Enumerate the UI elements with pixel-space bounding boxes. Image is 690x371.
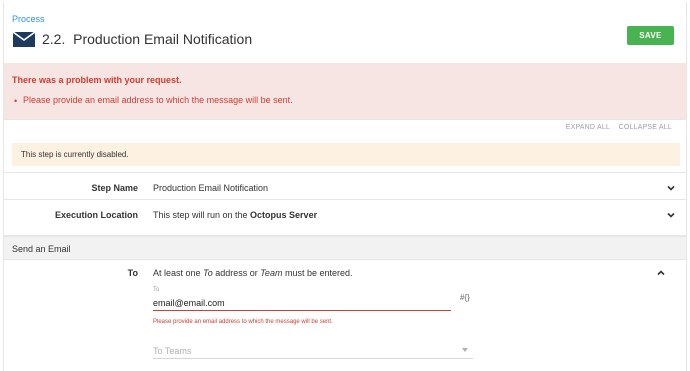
to-email-input[interactable] [153, 296, 451, 311]
envelope-icon [12, 31, 36, 47]
expand-all-link[interactable]: EXPAND ALL [566, 124, 610, 131]
variable-insert-button[interactable]: #{} [460, 293, 470, 302]
chevron-up-icon[interactable] [656, 267, 666, 277]
section-header-send-email: Send an Email [4, 236, 686, 260]
disabled-notice: This step is currently disabled. [12, 143, 680, 166]
disabled-notice-text: This step is currently disabled. [21, 150, 129, 159]
execution-location-row[interactable]: Execution Location This step will run on… [4, 200, 686, 236]
to-hint: At least one To address or Team must be … [153, 268, 353, 278]
breadcrumb-process[interactable]: Process [12, 14, 45, 24]
step-name-value: Production Email Notification [153, 183, 269, 193]
to-field-label: To [153, 287, 160, 293]
to-hint-to: To [203, 268, 213, 278]
to-hint-c: must be entered. [282, 268, 353, 278]
error-title: There was a problem with your request. [12, 75, 182, 85]
to-hint-team: Team [260, 268, 283, 278]
execution-location-label: Execution Location [54, 210, 138, 220]
execution-location-value: This step will run on the Octopus Server [153, 210, 317, 220]
step-name-row[interactable]: Step Name Production Email Notification [4, 172, 686, 200]
to-label: To [127, 268, 138, 278]
step-title: Production Email Notification [73, 31, 253, 47]
to-field-error: Please provide an email address to which… [153, 319, 333, 325]
execution-location-server: Octopus Server [250, 210, 318, 220]
to-teams-placeholder: To Teams [153, 346, 192, 356]
error-message: Please provide an email address to which… [23, 95, 293, 105]
section-title: Send an Email [12, 244, 71, 254]
execution-location-prefix: This step will run on the [153, 210, 251, 220]
step-editor-frame: Process 2.2. Production Email Notificati… [3, 2, 687, 371]
to-teams-select[interactable]: To Teams [153, 342, 473, 359]
to-hint-a: At least one [153, 268, 204, 278]
step-number: 2.2. [42, 31, 66, 47]
page-title: 2.2. Production Email Notification [42, 31, 252, 47]
chevron-down-icon[interactable] [666, 209, 676, 219]
error-bullet: • [14, 96, 18, 106]
to-hint-b: address or [212, 268, 261, 278]
expand-collapse-bar: EXPAND ALL COLLAPSE ALL [4, 119, 686, 135]
collapse-all-link[interactable]: COLLAPSE ALL [619, 124, 672, 131]
page-header: Process 2.2. Production Email Notificati… [4, 2, 686, 62]
step-name-label: Step Name [91, 183, 138, 193]
chevron-down-icon[interactable] [666, 182, 676, 192]
dropdown-arrow-icon [462, 348, 468, 352]
save-button[interactable]: SAVE [627, 26, 674, 45]
error-panel: There was a problem with your request. •… [4, 63, 686, 119]
